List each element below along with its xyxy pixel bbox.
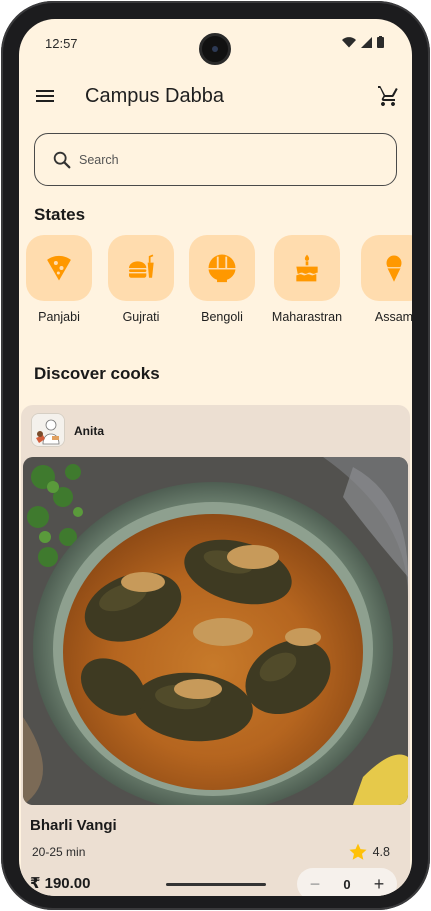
app-screen: 12:57 Campus Dabba Search States Panjabi…	[19, 19, 412, 896]
battery-icon	[377, 36, 384, 48]
icecream-icon	[386, 255, 402, 282]
states-list: Panjabi Gujrati Bengoli Maharastran Assa…	[26, 235, 412, 335]
pizza-icon	[47, 255, 71, 281]
state-item-maharastran[interactable]: Maharastran	[264, 235, 350, 324]
search-input[interactable]	[79, 144, 379, 176]
front-camera	[199, 33, 231, 65]
search-icon	[53, 151, 71, 169]
avatar	[31, 413, 65, 447]
increment-button[interactable]: +	[371, 875, 387, 893]
status-icons	[342, 36, 384, 48]
state-label: Assam	[374, 310, 412, 324]
dish-name: Bharli Vangi	[30, 817, 117, 834]
quantity-value: 0	[343, 876, 351, 892]
decrement-button[interactable]: −	[307, 875, 323, 893]
star-icon	[349, 843, 367, 860]
ramen-dining-icon	[208, 254, 236, 283]
dish-price: ₹ 190.00	[30, 875, 91, 892]
discover-cooks-title: Discover cooks	[34, 364, 160, 383]
phone-frame: 12:57 Campus Dabba Search States Panjabi…	[1, 1, 430, 910]
states-title: States	[34, 205, 86, 224]
cake-icon	[296, 254, 318, 282]
state-icon-container	[108, 235, 174, 301]
status-time: 12:57	[45, 36, 78, 51]
state-item-gujrati[interactable]: Gujrati	[98, 235, 184, 324]
state-icon-container	[361, 235, 412, 301]
status-bar: 12:57	[19, 19, 412, 65]
state-icon-container	[274, 235, 340, 301]
state-label: Maharastran	[271, 310, 343, 324]
wifi-icon	[342, 36, 356, 47]
state-icon-container	[189, 235, 255, 301]
rating-value: 4.8	[372, 845, 390, 859]
menu-icon[interactable]	[33, 84, 57, 108]
app-title: Campus Dabba	[85, 85, 224, 107]
cook-card[interactable]: Anita Bharli Vangi 20-25 min 4.8 ₹ 190.0…	[21, 405, 410, 896]
delivery-time: 20-25 min	[32, 845, 86, 859]
cook-name: Anita	[74, 424, 104, 438]
rating: 4.8	[348, 842, 390, 862]
fastfood-icon	[129, 254, 154, 278]
app-bar: Campus Dabba	[19, 74, 412, 120]
state-item-bengoli[interactable]: Bengoli	[179, 235, 265, 324]
state-label: Gujrati	[122, 310, 160, 324]
cook-header[interactable]: Anita	[21, 405, 410, 455]
home-indicator[interactable]	[166, 883, 266, 886]
state-item-panjabi[interactable]: Panjabi	[19, 235, 102, 324]
dish-image[interactable]	[23, 457, 408, 805]
cart-icon[interactable]	[376, 84, 400, 108]
state-item-assam[interactable]: Assam	[351, 235, 412, 324]
signal-icon	[361, 36, 372, 48]
quantity-stepper: − 0 +	[297, 868, 397, 896]
state-icon-container	[26, 235, 92, 301]
search-field[interactable]	[34, 133, 397, 186]
state-label: Bengoli	[201, 310, 243, 324]
state-label: Panjabi	[38, 310, 80, 324]
